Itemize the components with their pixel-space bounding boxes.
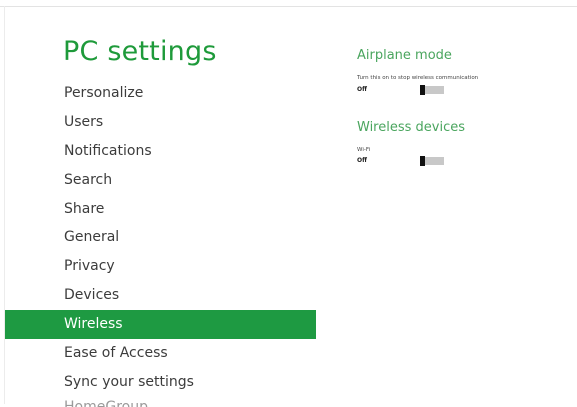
nav-item-general[interactable]: General — [5, 223, 316, 252]
airplane-mode-toggle[interactable] — [420, 85, 444, 95]
airplane-mode-description: Turn this on to stop wireless communicat… — [357, 75, 479, 81]
wireless-settings-pane: Airplane mode Turn this on to stop wirel… — [357, 0, 572, 404]
nav-item-search[interactable]: Search — [5, 166, 316, 195]
page-title: PC settings — [63, 36, 217, 67]
airplane-mode-toggle-thumb[interactable] — [420, 85, 425, 95]
settings-nav-pane: PC settings Personalize Users Notificati… — [5, 0, 316, 407]
wifi-toggle[interactable] — [420, 156, 444, 166]
airplane-mode-state: Off — [357, 86, 367, 93]
nav-item-ease-of-access[interactable]: Ease of Access — [5, 339, 316, 368]
nav-item-share[interactable]: Share — [5, 195, 316, 224]
nav-item-sync-your-settings[interactable]: Sync your settings — [5, 368, 316, 397]
airplane-mode-heading: Airplane mode — [357, 48, 452, 63]
wifi-state: Off — [357, 157, 367, 164]
nav-item-notifications[interactable]: Notifications — [5, 137, 316, 166]
nav-item-users[interactable]: Users — [5, 108, 316, 137]
nav-item-personalize[interactable]: Personalize — [5, 79, 316, 108]
wifi-toggle-thumb[interactable] — [420, 156, 425, 166]
nav-item-privacy[interactable]: Privacy — [5, 252, 316, 281]
nav-item-homegroup[interactable]: HomeGroup — [5, 397, 316, 407]
wireless-devices-heading: Wireless devices — [357, 120, 465, 135]
nav-item-devices[interactable]: Devices — [5, 281, 316, 310]
wifi-label: Wi-Fi — [357, 147, 371, 153]
nav-item-wireless[interactable]: Wireless — [5, 310, 316, 340]
settings-nav-list: Personalize Users Notifications Search S… — [5, 79, 316, 407]
